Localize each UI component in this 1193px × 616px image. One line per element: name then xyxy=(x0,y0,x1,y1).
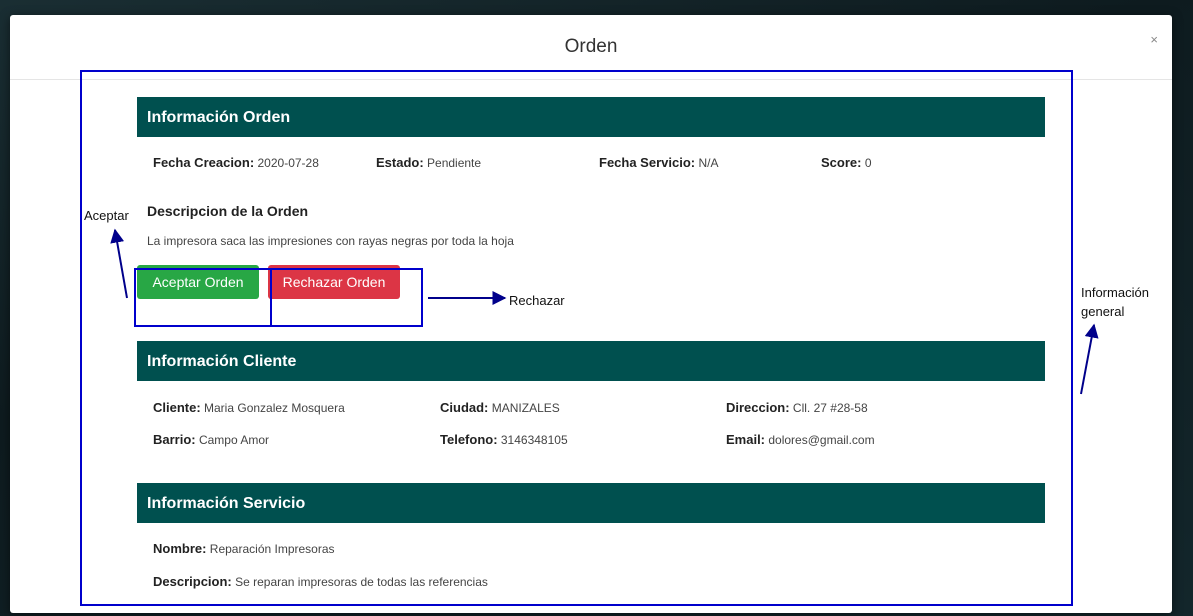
accept-annotation-box xyxy=(134,268,272,327)
general-info-annotation-box xyxy=(80,70,1073,606)
general-annotation-line2: general xyxy=(1081,304,1125,319)
reject-annotation-box xyxy=(270,268,423,327)
general-annotation-label: Información general xyxy=(1081,283,1149,321)
modal-title: Orden xyxy=(564,36,618,57)
rechazar-annotation-label: Rechazar xyxy=(509,293,565,308)
general-annotation-line1: Información xyxy=(1081,285,1149,300)
close-icon[interactable]: × xyxy=(1150,33,1158,46)
aceptar-annotation-label: Aceptar xyxy=(84,208,129,223)
